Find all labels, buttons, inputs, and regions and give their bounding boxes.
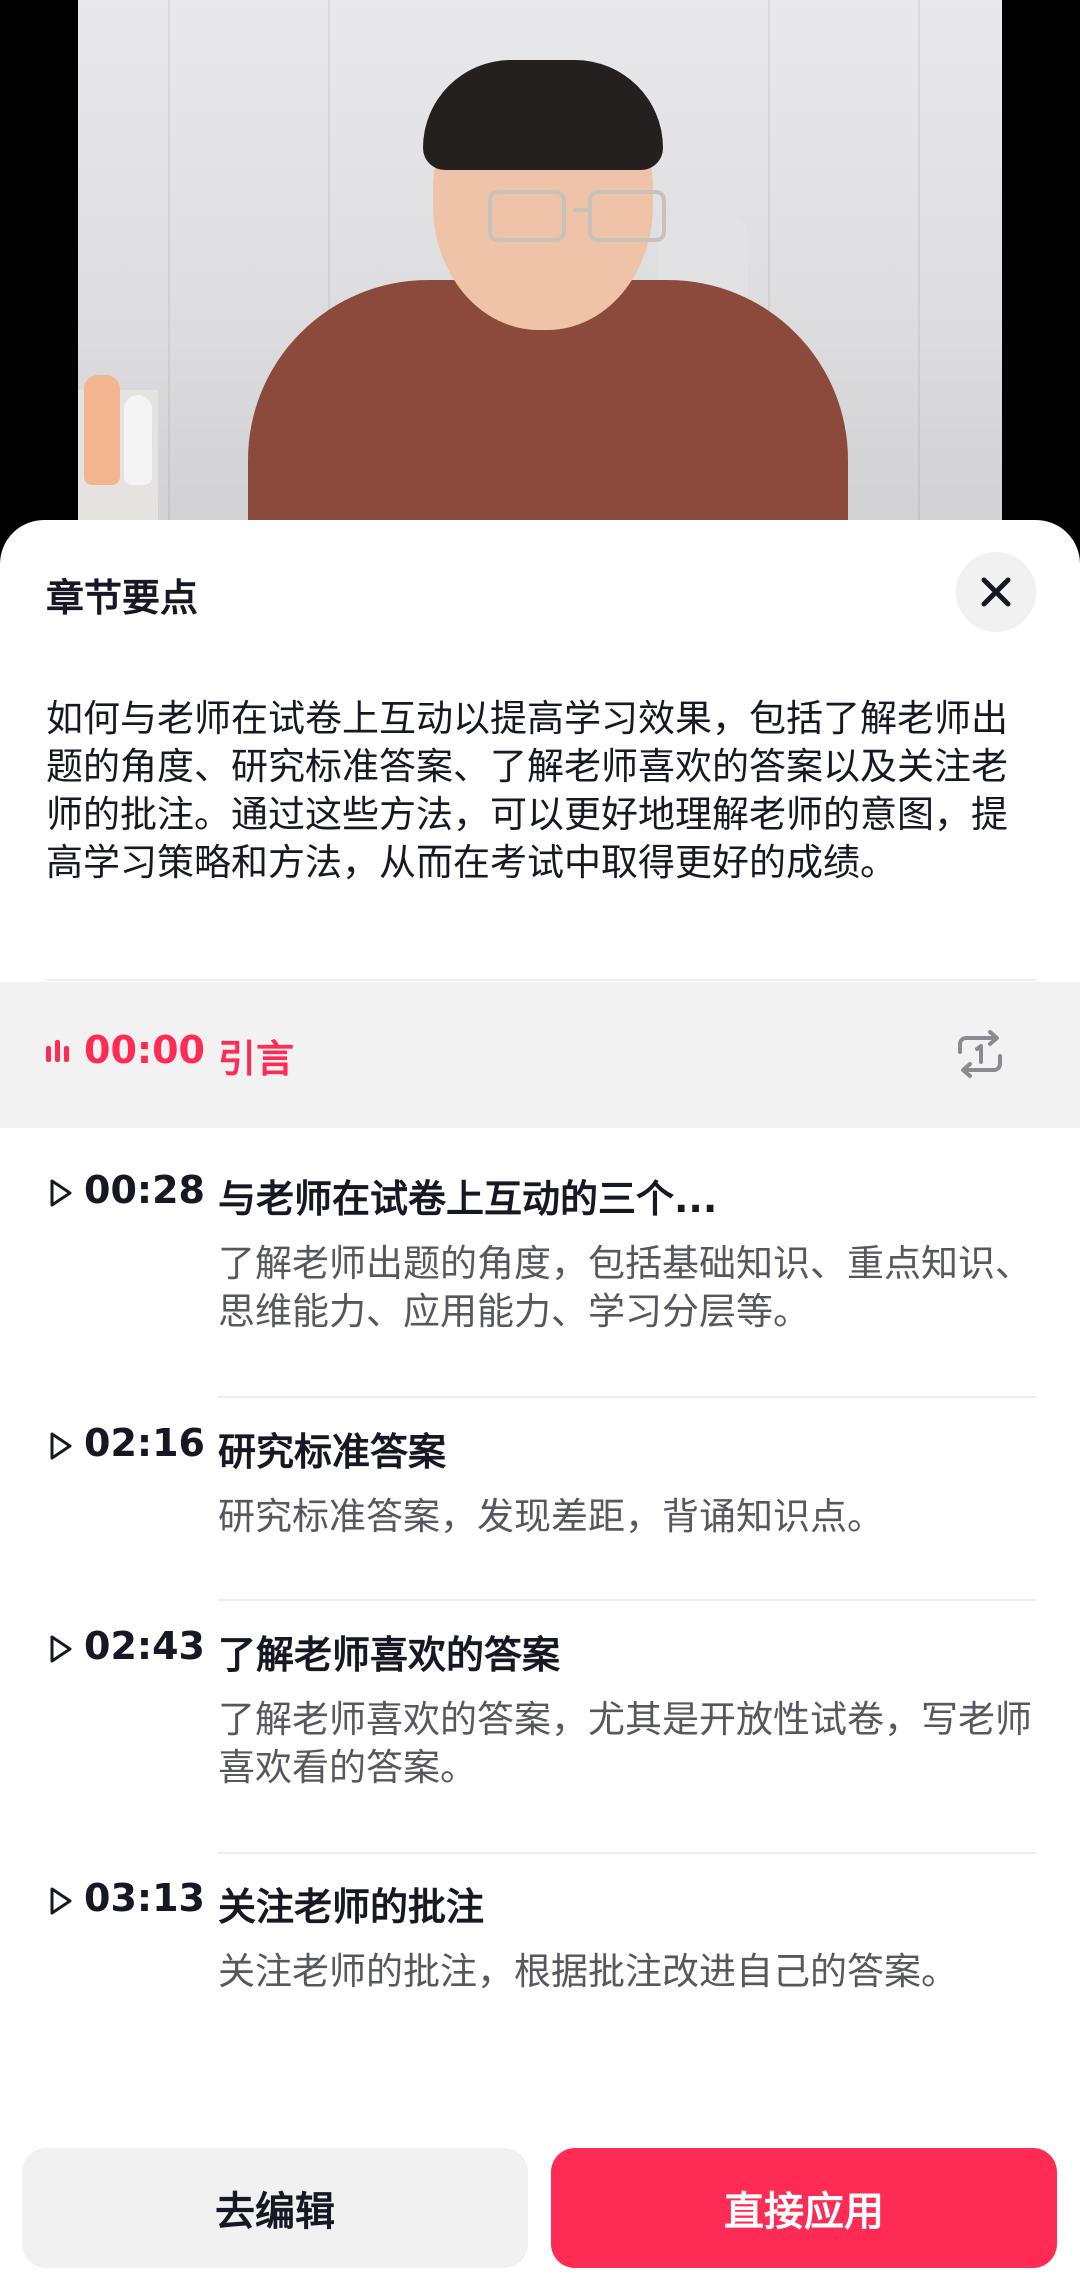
playing-bars-icon — [46, 1040, 69, 1062]
play-icon — [50, 1887, 72, 1915]
chapter-time: 03:13 — [84, 1876, 205, 1920]
glasses-right-lens — [588, 190, 666, 242]
loop-repeat-icon[interactable] — [950, 1024, 1010, 1084]
close-button[interactable] — [956, 552, 1036, 632]
chapter-summary: 如何与老师在试卷上互动以提高学习效果，包括了解老师出题的角度、研究标准答案、了解… — [46, 697, 1008, 884]
play-icon — [50, 1179, 72, 1207]
wall-panel-line — [918, 0, 920, 560]
play-icon — [50, 1432, 72, 1460]
chapter-sheet: 章节要点 如何与老师在试卷上互动以提高学习效果，包括了解老师出题的角度、研究标准… — [0, 520, 1080, 2285]
chapter-time: 00:00 — [84, 1028, 205, 1072]
chapter-title: 关注老师的批注 — [218, 1885, 485, 1929]
glasses-left-lens — [488, 190, 566, 242]
apply-button[interactable]: 直接应用 — [551, 2148, 1057, 2268]
chapter-item-active[interactable]: 00:00 引言 — [0, 982, 1080, 1128]
play-icon — [50, 1635, 72, 1663]
edit-button[interactable]: 去编辑 — [22, 2148, 528, 2268]
divider — [218, 1599, 1036, 1601]
chapter-title: 研究标准答案 — [218, 1430, 447, 1474]
divider — [218, 1396, 1036, 1398]
chapter-title: 了解老师喜欢的答案 — [218, 1633, 561, 1677]
person-hair — [423, 60, 663, 170]
wall-panel-line — [168, 0, 170, 560]
chapter-description: 关注老师的批注，根据批注改进自己的答案。 — [218, 1950, 958, 1993]
chapter-time: 02:43 — [84, 1624, 205, 1668]
glasses-bridge — [573, 208, 591, 212]
divider — [46, 979, 1036, 981]
chapter-time: 00:28 — [84, 1168, 205, 1212]
chapter-title: 与老师在试卷上互动的三个... — [218, 1177, 718, 1221]
chapter-description: 研究标准答案，发现差距，背诵知识点。 — [218, 1495, 884, 1538]
bottle — [124, 395, 152, 485]
video-preview[interactable] — [78, 0, 1002, 560]
divider — [218, 1852, 1036, 1854]
chapter-time: 02:16 — [84, 1421, 205, 1465]
chapter-title: 引言 — [218, 1037, 295, 1081]
close-icon — [981, 577, 1011, 607]
bottle — [84, 375, 120, 485]
sheet-title: 章节要点 — [46, 576, 199, 620]
chapter-description: 了解老师出题的角度，包括基础知识、重点知识、思维能力、应用能力、学习分层等。 — [218, 1242, 1032, 1333]
chapter-description: 了解老师喜欢的答案，尤其是开放性试卷，写老师喜欢看的答案。 — [218, 1698, 1032, 1789]
